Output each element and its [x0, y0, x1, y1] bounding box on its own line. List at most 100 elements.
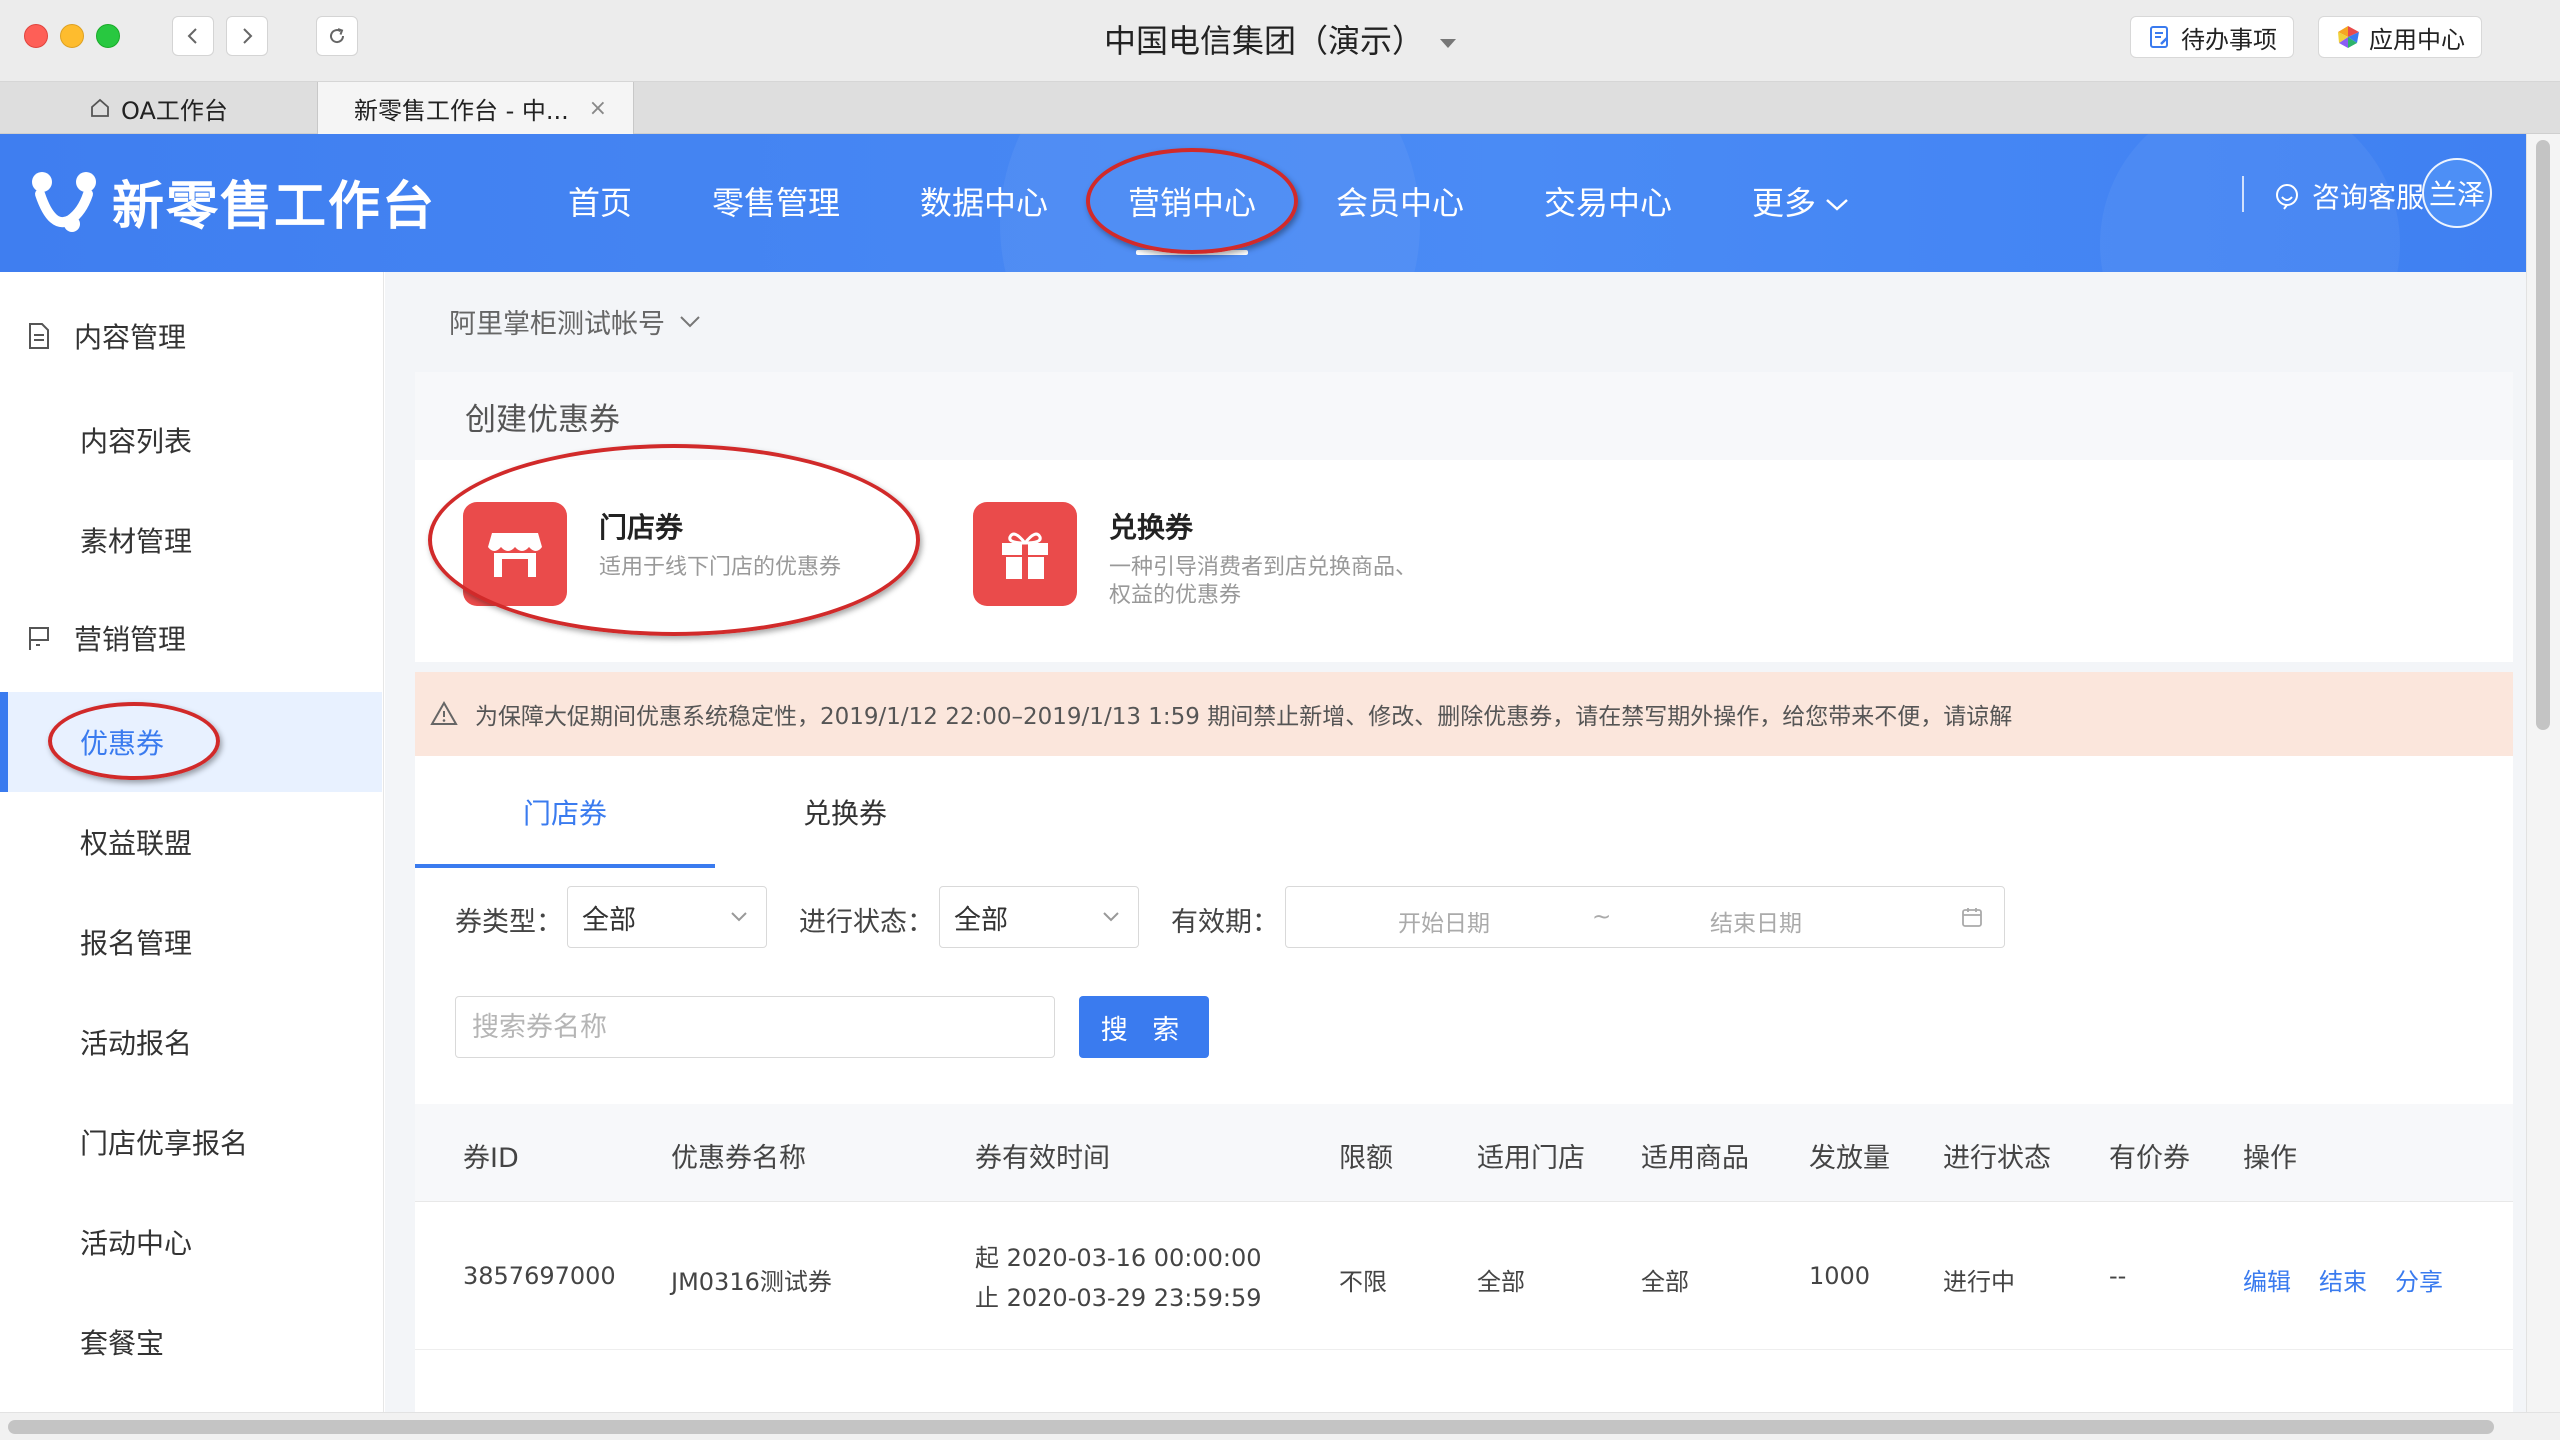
sidebar-item-rights-alliance[interactable]: 权益联盟	[0, 792, 382, 892]
table-header: 券ID 优惠券名称 券有效时间 限额 适用门店 适用商品 发放量 进行状态 有价…	[415, 1104, 2513, 1202]
app-logo[interactable]: 新零售工作台	[30, 164, 436, 239]
start-date-input[interactable]: 开始日期	[1398, 904, 1490, 938]
sidebar-item-package[interactable]: 套餐宝	[0, 1292, 382, 1392]
consult-service-button[interactable]: 咨询客服	[2272, 176, 2424, 216]
close-window-button[interactable]	[24, 24, 48, 48]
cell-goods: 全部	[1641, 1268, 1689, 1296]
chevron-right-icon	[243, 28, 253, 44]
chevron-down-icon	[1103, 912, 1119, 922]
exchange-coupon-option[interactable]: 兑换券 一种引导消费者到店兑换商品、 权益的优惠券	[973, 502, 1417, 610]
cell-coupon-name: JM0316测试券	[671, 1268, 832, 1296]
app-header: 新零售工作台 首页 零售管理 数据中心 营销中心 会员中心 交易中心 更多 咨询…	[0, 134, 2526, 272]
browser-tab-oa[interactable]: OA工作台	[0, 82, 318, 134]
coupon-type-select[interactable]: 全部	[567, 886, 767, 948]
cell-status: 进行中	[1943, 1268, 2015, 1296]
sidebar-item-material[interactable]: 素材管理	[0, 490, 382, 590]
sidebar-item-content-list[interactable]: 内容列表	[0, 390, 382, 490]
col-status: 进行状态	[1943, 1143, 2051, 1174]
table-row: 3857697000 JM0316测试券 起 2020-03-16 00:00:…	[415, 1202, 2513, 1350]
todo-icon	[2150, 26, 2168, 48]
col-stores: 适用门店	[1477, 1143, 1585, 1174]
col-quantity: 发放量	[1809, 1143, 1890, 1174]
store-icon	[488, 533, 542, 577]
cell-coupon-id: 3857697000	[463, 1262, 616, 1290]
store-coupon-title: 门店券	[599, 511, 684, 544]
window-titlebar: 中国电信集团（演示） 待办事项 应用中心	[0, 0, 2560, 82]
logo-text: 新零售工作台	[112, 177, 437, 237]
vertical-scrollbar[interactable]	[2526, 134, 2560, 1412]
exchange-coupon-icon-box	[973, 502, 1077, 606]
chevron-down-icon	[680, 315, 700, 327]
sidebar-item-signup-management[interactable]: 报名管理	[0, 892, 382, 992]
edit-link[interactable]: 编辑	[2243, 1262, 2291, 1297]
store-coupon-icon-box	[463, 502, 567, 606]
col-actions: 操作	[2243, 1143, 2297, 1174]
col-coupon-id: 券ID	[463, 1143, 519, 1174]
account-switcher[interactable]: 阿里掌柜测试帐号	[449, 302, 701, 341]
coupon-type-label: 券类型：	[455, 907, 563, 938]
chevron-left-icon	[187, 28, 197, 44]
sidebar-item-activity-center[interactable]: 活动中心	[0, 1192, 382, 1292]
nav-trade-center[interactable]: 交易中心	[1544, 178, 1672, 224]
app-center-icon	[2338, 26, 2359, 48]
end-link[interactable]: 结束	[2319, 1262, 2367, 1297]
sidebar-group-content[interactable]: 内容管理	[0, 306, 384, 366]
header-divider	[2242, 176, 2244, 212]
back-button[interactable]	[172, 16, 214, 56]
create-coupon-card: 创建优惠券 门店券 适用于线下门店的优惠券 兑换券 一种引导消费者到店兑换商品、…	[415, 372, 2513, 662]
vertical-scroll-thumb[interactable]	[2536, 140, 2550, 730]
cell-time-end: 止 2020-03-29 23:59:59	[975, 1284, 1262, 1312]
cell-time-start: 起 2020-03-16 00:00:00	[975, 1244, 1262, 1272]
end-date-input[interactable]: 结束日期	[1710, 904, 1802, 938]
calendar-icon[interactable]	[1960, 905, 1984, 929]
exchange-coupon-title: 兑换券	[1109, 511, 1194, 544]
col-valued: 有价券	[2109, 1143, 2190, 1174]
create-coupon-title: 创建优惠券	[415, 372, 2513, 460]
reload-button[interactable]	[316, 16, 358, 56]
zoom-window-button[interactable]	[96, 24, 120, 48]
sidebar-item-store-signup[interactable]: 门店优享报名	[0, 1092, 382, 1192]
horizontal-scroll-thumb[interactable]	[8, 1420, 2494, 1434]
date-range-picker[interactable]: 开始日期 ~ 结束日期	[1285, 886, 2005, 948]
share-link[interactable]: 分享	[2395, 1262, 2443, 1297]
nav-member-center[interactable]: 会员中心	[1336, 178, 1464, 224]
nav-marketing-center[interactable]: 营销中心	[1128, 178, 1256, 224]
tab-exchange-coupon[interactable]: 兑换券	[695, 756, 995, 868]
sidebar-group-marketing[interactable]: 营销管理	[0, 608, 384, 668]
col-goods: 适用商品	[1641, 1143, 1749, 1174]
title-dropdown-icon[interactable]	[1440, 38, 1456, 48]
coupon-name-search-input[interactable]	[455, 996, 1055, 1058]
close-tab-icon[interactable]: ×	[589, 96, 607, 121]
cell-valued: --	[2109, 1262, 2127, 1290]
app-center-button[interactable]: 应用中心	[2318, 16, 2482, 58]
horizontal-scrollbar[interactable]	[0, 1412, 2560, 1440]
nav-more[interactable]: 更多	[1752, 178, 1850, 224]
user-avatar[interactable]: 兰泽	[2422, 158, 2492, 228]
tab-store-coupon[interactable]: 门店券	[415, 756, 715, 868]
col-valid-time: 券有效时间	[975, 1143, 1110, 1174]
store-coupon-desc: 适用于线下门店的优惠券	[599, 555, 842, 580]
browser-tab-retail[interactable]: 新零售工作台 - 中... ×	[318, 82, 634, 134]
status-select[interactable]: 全部	[939, 886, 1139, 948]
minimize-window-button[interactable]	[60, 24, 84, 48]
tab-active-indicator	[415, 864, 715, 868]
nav-retail-management[interactable]: 零售管理	[712, 178, 840, 224]
search-button[interactable]: 搜 索	[1079, 996, 1209, 1058]
forward-button[interactable]	[226, 16, 268, 56]
todo-button[interactable]: 待办事项	[2130, 16, 2294, 58]
notice-banner: 为保障大促期间优惠系统稳定性，2019/1/12 22:00–2019/1/13…	[415, 672, 2513, 756]
logo-icon	[32, 171, 96, 232]
gift-icon	[1002, 532, 1048, 579]
exchange-coupon-desc: 一种引导消费者到店兑换商品、 权益的优惠券	[1109, 555, 1418, 608]
nav-data-center[interactable]: 数据中心	[920, 178, 1048, 224]
coupon-list-panel: 门店券 兑换券 券类型： 全部 进行状态： 全部 有效期： 开始日期 ~ 结束日…	[415, 756, 2513, 1412]
browser-tab-bar: OA工作台 新零售工作台 - 中... ×	[0, 82, 2560, 134]
sidebar-item-coupon[interactable]: 优惠券	[0, 692, 382, 792]
sidebar-item-activity-signup[interactable]: 活动报名	[0, 992, 382, 1092]
sidebar: 内容管理 内容列表 素材管理 营销管理 优惠券 权益联盟 报名管理 活动报名 门…	[0, 272, 384, 1412]
main-content: 阿里掌柜测试帐号 创建优惠券 门店券 适用于线下门店的优惠券 兑换券 一种引导消…	[385, 272, 2526, 1412]
chevron-down-icon	[731, 912, 747, 922]
warning-icon	[430, 700, 458, 725]
store-coupon-option[interactable]: 门店券 适用于线下门店的优惠券	[463, 502, 841, 606]
nav-home[interactable]: 首页	[568, 178, 632, 224]
